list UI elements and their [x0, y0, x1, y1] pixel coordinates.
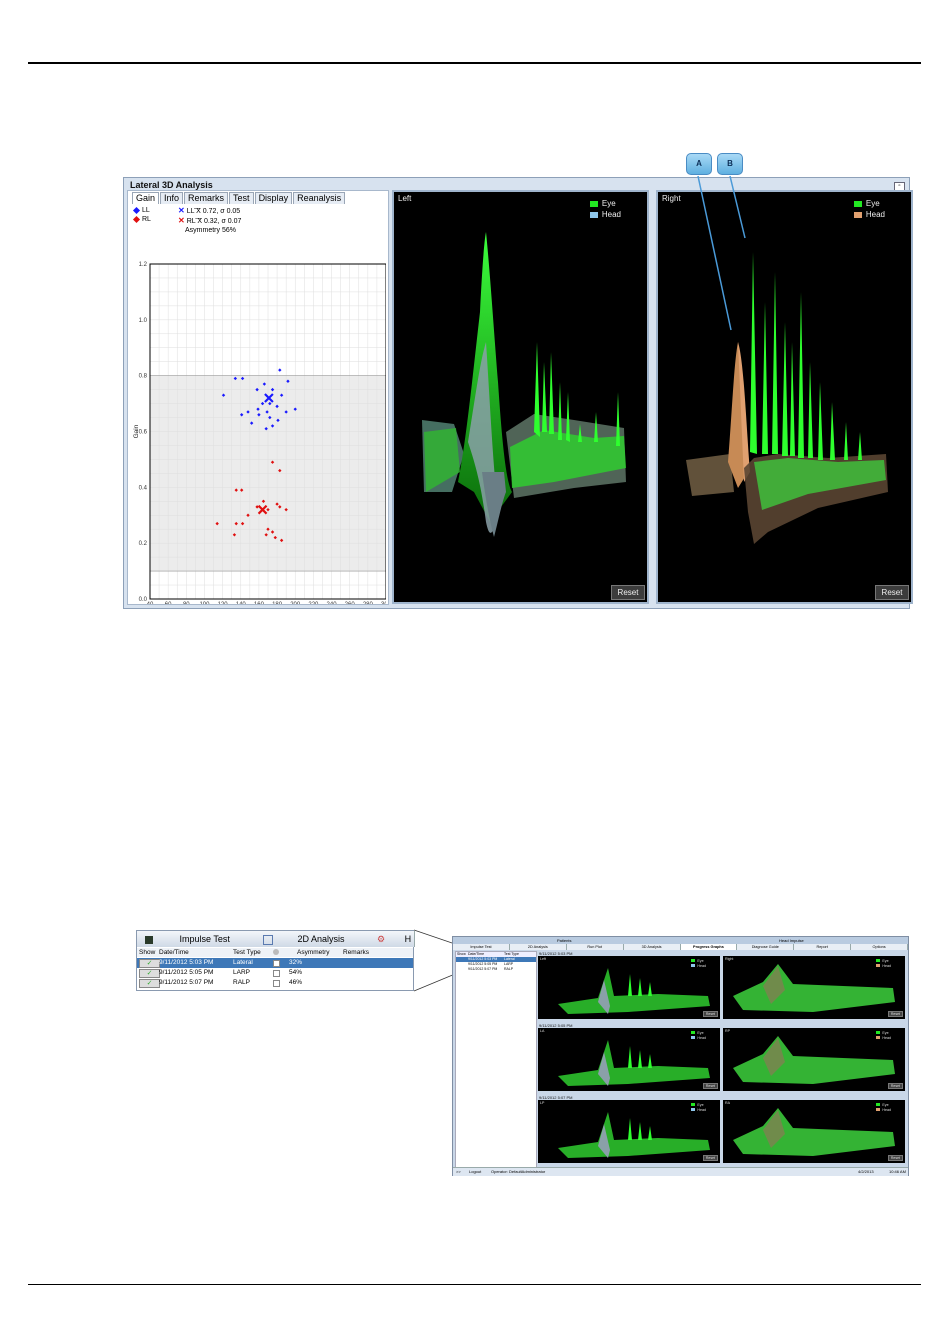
mini-legend-eye: Eye [882, 959, 889, 963]
mini-legend: Eye Head [691, 1103, 706, 1113]
mini-legend-head: Head [882, 964, 891, 968]
app-tab[interactable]: Report [794, 944, 852, 950]
head-impulse-label: Head Impulse [779, 938, 804, 943]
logout-button[interactable]: Logout [469, 1168, 481, 1176]
mini-3d-view[interactable]: LA Eye Head Reset [538, 1028, 720, 1091]
status-time: 10:46 AM [889, 1169, 906, 1174]
mini-3d-view[interactable]: LP Eye Head Reset [538, 1100, 720, 1163]
head-swatch-icon [876, 964, 881, 967]
mini-view-label: LP [540, 1101, 545, 1105]
mini-legend-eye: Eye [882, 1103, 889, 1107]
app-tab[interactable]: Progress Graphs [680, 944, 738, 950]
mini-3d-view[interactable]: Left Eye Head Reset [538, 956, 720, 1019]
mini-reset-button[interactable]: Reset [702, 1155, 718, 1161]
app-test-list: Show Date/Time Test Type 9/11/2012 5:03 … [455, 951, 537, 1169]
mini-legend-head: Head [697, 1036, 706, 1040]
mini-legend-head: Head [882, 1108, 891, 1112]
head-swatch-icon [691, 1108, 696, 1111]
mini-legend-head: Head [882, 1036, 891, 1040]
mini-3d-view[interactable]: Right Eye Head Reset [723, 956, 905, 1019]
app-row-type: RALP [504, 967, 514, 971]
head-swatch-icon [876, 1108, 881, 1111]
mini-reset-button[interactable]: Reset [702, 1011, 718, 1017]
mini-view-label: Right [725, 957, 734, 961]
app-tab[interactable]: 3D Analysis [623, 944, 681, 950]
app-tab[interactable]: 2D Analysis [509, 944, 567, 950]
eye-swatch-icon [691, 959, 696, 962]
head-swatch-icon [691, 964, 696, 967]
mini-legend-eye: Eye [697, 1103, 704, 1107]
mini-3d-view[interactable]: RA Eye Head Reset [723, 1100, 905, 1163]
mini-legend: Eye Head [691, 959, 706, 969]
mini-3d-view[interactable]: RP Eye Head Reset [723, 1028, 905, 1091]
app-tab[interactable]: Diagnose Guide [737, 944, 795, 950]
nav-button[interactable]: >> [456, 1168, 461, 1176]
mini-view-label: LA [540, 1029, 545, 1033]
mini-legend: Eye Head [876, 1103, 891, 1113]
mini-legend-eye: Eye [882, 1031, 889, 1035]
app-status-bar: >> Logout Operator: DefaultAdministrator… [453, 1167, 908, 1176]
mini-legend-eye: Eye [697, 959, 704, 963]
mini-view-label: Left [540, 957, 546, 961]
mini-reset-button[interactable]: Reset [887, 1083, 903, 1089]
status-date: 4/2/2013 [858, 1169, 874, 1174]
app-tab[interactable]: Options [851, 944, 908, 950]
mini-legend: Eye Head [691, 1031, 706, 1041]
mini-view-label: RP [725, 1029, 730, 1033]
mini-legend-eye: Eye [697, 1031, 704, 1035]
patients-label: Patients [557, 938, 572, 943]
app-list-row[interactable]: 9/11/2012 5:07 PM RALP [456, 967, 536, 972]
app-row-datetime: 9/11/2012 5:07 PM [468, 967, 498, 971]
mini-reset-button[interactable]: Reset [887, 1011, 903, 1017]
mini-legend-head: Head [697, 1108, 706, 1112]
mini-legend: Eye Head [876, 1031, 891, 1041]
app-top-bar: Patients Head Impulse [453, 937, 908, 944]
head-swatch-icon [691, 1036, 696, 1039]
eye-swatch-icon [876, 1031, 881, 1034]
eye-swatch-icon [876, 1103, 881, 1106]
mini-legend-head: Head [697, 964, 706, 968]
eye-swatch-icon [691, 1031, 696, 1034]
progress-graphs-screenshot: Patients Head Impulse Impulse Test 2D Ana… [452, 936, 909, 1176]
mini-reset-button[interactable]: Reset [887, 1155, 903, 1161]
app-tab[interactable]: Impulse Test [453, 944, 510, 950]
eye-swatch-icon [876, 959, 881, 962]
mini-view-label: RA [725, 1101, 730, 1105]
mini-legend: Eye Head [876, 959, 891, 969]
head-swatch-icon [876, 1036, 881, 1039]
operator-label: Operator: DefaultAdministrator [491, 1169, 546, 1174]
mini-reset-button[interactable]: Reset [702, 1083, 718, 1089]
app-tab[interactable]: Run Plot [566, 944, 624, 950]
eye-swatch-icon [691, 1103, 696, 1106]
